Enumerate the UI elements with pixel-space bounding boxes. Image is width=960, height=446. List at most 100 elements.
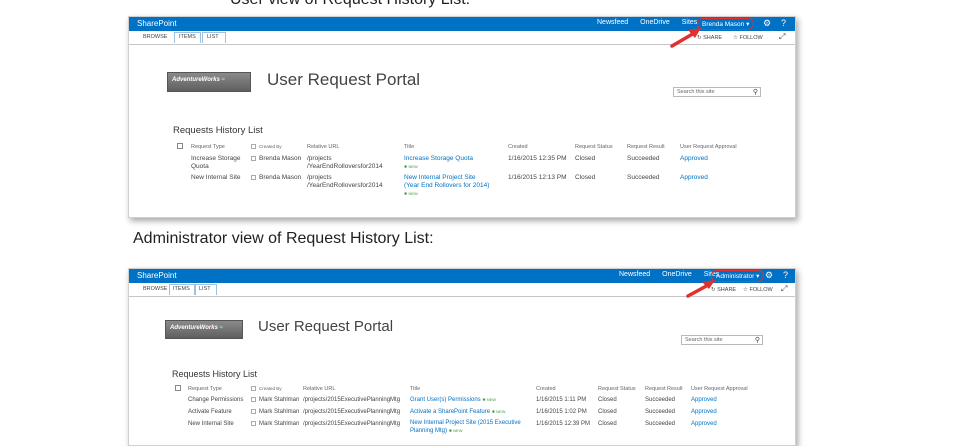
tab-browse[interactable]: BROWSE bbox=[143, 34, 167, 40]
col-request-result[interactable]: Request Result bbox=[645, 386, 683, 392]
tab-list[interactable]: LIST bbox=[199, 286, 211, 292]
col-relative-url[interactable]: Relative URL bbox=[303, 386, 335, 392]
table-row-2-title-link[interactable]: New Internal Project Site (Year End Roll… bbox=[404, 174, 489, 198]
table-row-3-title-link[interactable]: New Internal Project Site (2015 Executiv… bbox=[410, 420, 521, 435]
table-row-1-created-by: Mark Stahlman bbox=[259, 397, 300, 403]
tab-items[interactable]: ITEMS bbox=[173, 286, 190, 292]
search-icon[interactable]: ⚲ bbox=[755, 336, 760, 344]
col-relative-url[interactable]: Relative URL bbox=[307, 144, 339, 150]
suite-link-newsfeed[interactable]: Newsfeed bbox=[619, 271, 650, 278]
row-checkbox[interactable] bbox=[251, 156, 256, 161]
follow-button[interactable]: ☆ FOLLOW bbox=[743, 287, 773, 293]
suite-link-onedrive[interactable]: OneDrive bbox=[640, 19, 670, 26]
suite-brand[interactable]: SharePoint bbox=[137, 271, 177, 280]
col-title[interactable]: Title bbox=[410, 386, 420, 392]
row-checkbox[interactable] bbox=[251, 421, 256, 426]
col-created[interactable]: Created bbox=[508, 144, 528, 150]
new-badge: ✱ NEW bbox=[404, 191, 418, 196]
red-arrow-icon bbox=[670, 28, 701, 48]
col-title[interactable]: Title bbox=[404, 144, 414, 150]
col-request-status[interactable]: Request Status bbox=[575, 144, 613, 150]
select-all-checkbox[interactable] bbox=[177, 143, 183, 149]
table-row-2-url: /projects/2015ExecutivePlanningMtg bbox=[303, 409, 401, 415]
table-row-1-status: Closed bbox=[598, 397, 617, 403]
table-row-1-status: Closed bbox=[575, 155, 596, 162]
table-row-2-created: 1/16/2015 1:02 PM bbox=[536, 409, 587, 415]
table-row-1-title-link[interactable]: Grant User(s) Permissions ✱ NEW bbox=[410, 396, 496, 404]
new-badge: ✱ NEW bbox=[448, 428, 463, 433]
row-checkbox[interactable] bbox=[251, 397, 256, 402]
follow-button[interactable]: ☆ FOLLOW bbox=[733, 35, 763, 41]
red-arrow-icon bbox=[686, 280, 715, 298]
site-logo[interactable]: AdventureWorks ≈ bbox=[165, 320, 243, 339]
gear-icon[interactable]: ⚙ bbox=[765, 270, 773, 281]
table-row-3-url: /projects/2015ExecutivePlanningMtg bbox=[303, 421, 401, 427]
row-checkbox[interactable] bbox=[251, 409, 256, 414]
col-request-type[interactable]: Request Type bbox=[188, 386, 222, 392]
table-row-2-result: Succeeded bbox=[627, 174, 660, 181]
gear-icon[interactable]: ⚙ bbox=[763, 18, 771, 29]
new-badge: ✱ NEW bbox=[404, 164, 418, 169]
new-badge: ✱ NEW bbox=[482, 397, 497, 402]
list-title[interactable]: Requests History List bbox=[173, 125, 263, 136]
page-title: User Request Portal bbox=[258, 318, 394, 335]
table-row-2-created-by: Brenda Mason bbox=[259, 174, 302, 181]
select-all-checkbox[interactable] bbox=[175, 385, 181, 391]
table-row-2-result: Succeeded bbox=[645, 409, 676, 415]
suite-brand[interactable]: SharePoint bbox=[137, 19, 177, 28]
table-row-2-created: 1/16/2015 12:13 PM bbox=[508, 174, 567, 181]
tab-items[interactable]: ITEMS bbox=[179, 34, 196, 40]
table-row-3-status: Closed bbox=[598, 421, 617, 427]
col-user-request-approval[interactable]: User Request Approval bbox=[680, 144, 737, 150]
table-row-2-approval-link[interactable]: Approved bbox=[680, 174, 708, 182]
help-icon[interactable]: ? bbox=[781, 18, 786, 28]
table-row-1-type: Change Permissions bbox=[188, 397, 244, 403]
table-row-1-type: Increase Storage Quota bbox=[191, 155, 241, 170]
table-row-2-type: New Internal Site bbox=[191, 174, 241, 181]
tab-browse[interactable]: BROWSE bbox=[143, 286, 167, 292]
user-menu[interactable]: Administrator ▾ bbox=[711, 270, 765, 282]
search-input[interactable]: Search this site ⚲ bbox=[681, 335, 763, 345]
col-request-type[interactable]: Request Type bbox=[191, 144, 225, 150]
table-row-1-title-link[interactable]: Increase Storage Quota ✱ NEW bbox=[404, 155, 473, 171]
col-created-by[interactable]: Created By bbox=[259, 386, 282, 391]
row-checkbox[interactable] bbox=[251, 175, 256, 180]
table-row-1-approval-link[interactable]: Approved bbox=[680, 155, 708, 163]
table-row-1-created-by: Brenda Mason bbox=[259, 155, 302, 162]
table-row-2-url: /projects /YearEndRolloversfor2014 bbox=[307, 174, 383, 189]
search-icon[interactable]: ⚲ bbox=[753, 88, 758, 96]
col-created[interactable]: Created bbox=[536, 386, 556, 392]
list-title[interactable]: Requests History List bbox=[172, 369, 257, 379]
col-request-result[interactable]: Request Result bbox=[627, 144, 665, 150]
search-input[interactable]: Search this site ⚲ bbox=[673, 87, 761, 97]
table-row-2-status: Closed bbox=[575, 174, 596, 181]
col-created-by[interactable]: Created By bbox=[259, 144, 282, 149]
col-request-status[interactable]: Request Status bbox=[598, 386, 636, 392]
user-menu[interactable]: Brenda Mason ▾ bbox=[697, 18, 755, 30]
table-row-1-url: /projects/2015ExecutivePlanningMtg bbox=[303, 397, 401, 403]
table-row-3-type: New Internal Site bbox=[188, 421, 234, 427]
table-row-3-approval-link[interactable]: Approved bbox=[691, 420, 717, 428]
focus-icon[interactable]: ⤢ bbox=[779, 32, 785, 42]
caption-admin-view: Administrator view of Request History Li… bbox=[133, 230, 434, 247]
table-row-2-status: Closed bbox=[598, 409, 617, 415]
table-row-1-result: Succeeded bbox=[645, 397, 676, 403]
table-row-1-created: 1/16/2015 12:35 PM bbox=[508, 155, 567, 162]
table-row-2-approval-link[interactable]: Approved bbox=[691, 408, 717, 416]
site-logo[interactable]: AdventureWorks ≈ bbox=[167, 72, 251, 92]
new-badge: ✱ NEW bbox=[491, 409, 506, 414]
col-user-request-approval[interactable]: User Request Approval bbox=[691, 386, 748, 392]
table-row-3-created: 1/16/2015 12:39 PM bbox=[536, 421, 591, 427]
table-row-1-approval-link[interactable]: Approved bbox=[691, 396, 717, 404]
focus-icon[interactable]: ⤢ bbox=[781, 284, 787, 294]
table-row-2-type: Activate Feature bbox=[188, 409, 232, 415]
table-row-1-result: Succeeded bbox=[627, 155, 660, 162]
swoosh-icon: ≈ bbox=[219, 77, 225, 83]
table-row-2-title-link[interactable]: Activate a SharePoint Feature ✱ NEW bbox=[410, 408, 506, 416]
tab-list[interactable]: LIST bbox=[207, 34, 219, 40]
table-row-3-result: Succeeded bbox=[645, 421, 676, 427]
suite-link-newsfeed[interactable]: Newsfeed bbox=[597, 19, 628, 26]
table-row-1-created: 1/16/2015 1:11 PM bbox=[536, 397, 587, 403]
help-icon[interactable]: ? bbox=[783, 270, 788, 280]
page-title: User Request Portal bbox=[267, 70, 421, 89]
